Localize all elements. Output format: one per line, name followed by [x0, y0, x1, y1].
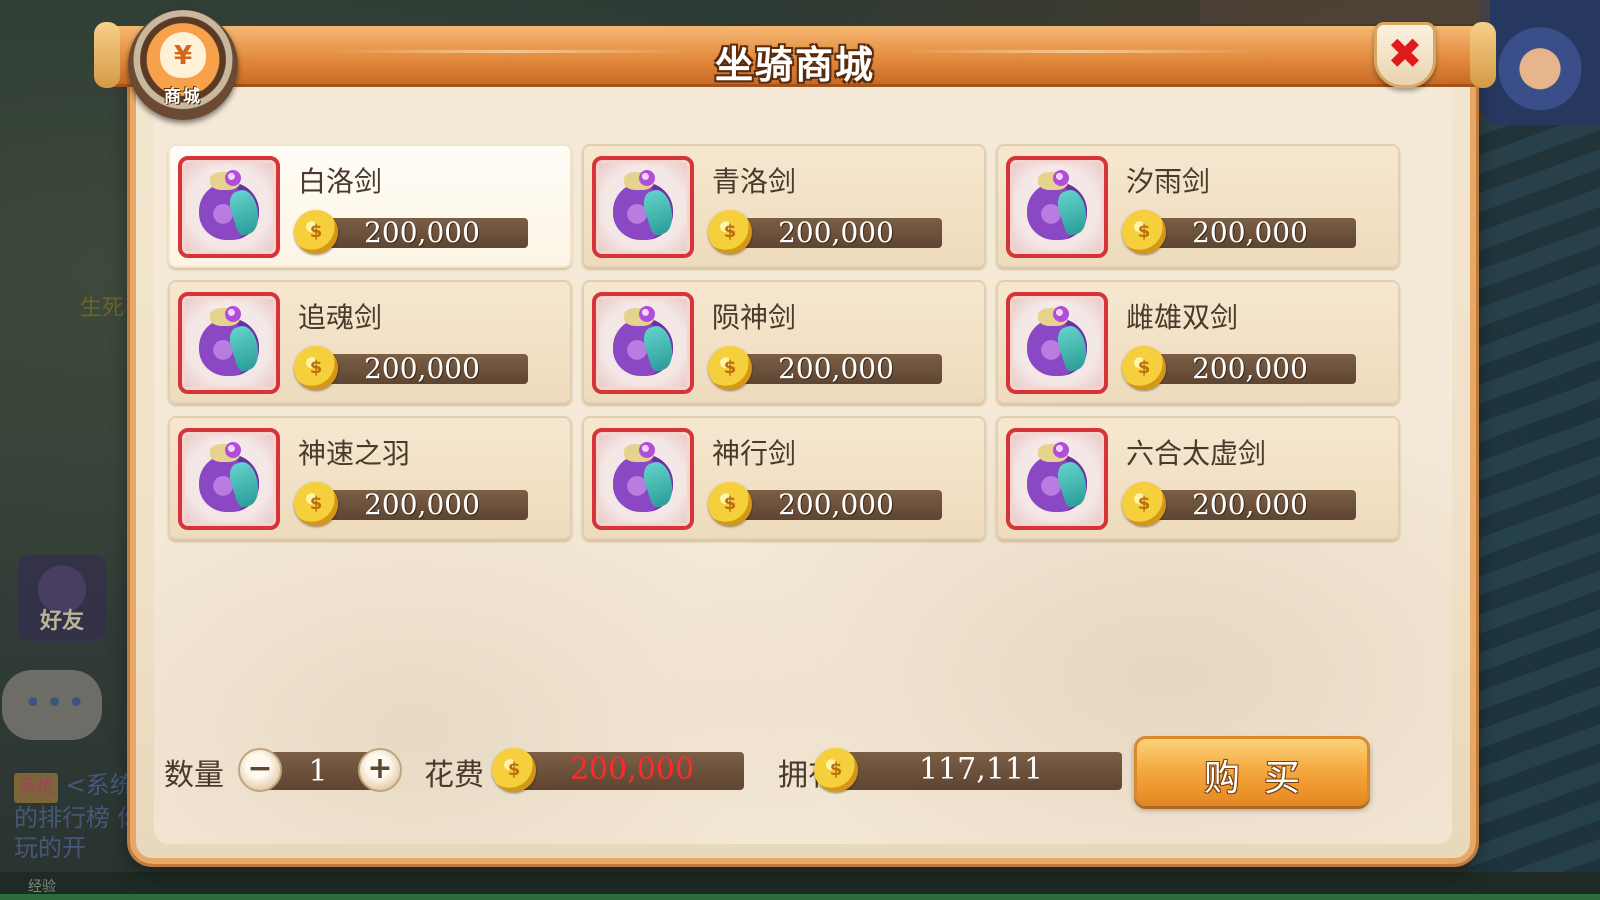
item-price: 200,000: [364, 216, 480, 249]
system-chat-message: 系统 <系统 的排行榜 你玩的开: [14, 770, 144, 863]
item-icon-frame: [1006, 428, 1108, 530]
item-price-bar: 200,000: [316, 352, 528, 385]
background-roof-tiles: [1470, 120, 1600, 880]
item-card[interactable]: 青洛剑 200,000 $: [582, 144, 986, 268]
item-card[interactable]: 神速之羽 200,000 $: [168, 416, 572, 540]
exp-label: 经验: [28, 879, 56, 895]
gold-coin-icon: $: [294, 482, 338, 526]
chat-button[interactable]: •••: [2, 670, 102, 740]
side-quest-text: 生死: [80, 296, 125, 321]
item-price-bar: 200,000: [316, 216, 528, 249]
title-banner: 坐骑商城: [94, 22, 1496, 88]
item-card[interactable]: 汐雨剑 200,000 $: [996, 144, 1400, 268]
gold-coin-icon: $: [492, 748, 536, 792]
owned-value: 117,111: [918, 752, 1044, 787]
gold-coin-icon: $: [708, 346, 752, 390]
item-grid: 白洛剑 200,000 $ 青洛剑 200,000 $ 汐雨剑 200,000 …: [168, 144, 1400, 540]
item-card[interactable]: 神行剑 200,000 $: [582, 416, 986, 540]
item-price-bar: 200,000: [730, 216, 942, 249]
item-price: 200,000: [1192, 216, 1308, 249]
item-price: 200,000: [364, 488, 480, 521]
close-button[interactable]: ✖: [1374, 22, 1436, 88]
item-icon-frame: [592, 428, 694, 530]
gold-coin-icon: $: [708, 482, 752, 526]
pouch-gem: [639, 170, 655, 186]
minus-icon: −: [247, 751, 273, 786]
owned-field: 117,111: [840, 752, 1122, 790]
gold-coin-icon: $: [1122, 346, 1166, 390]
item-icon-frame: [1006, 156, 1108, 258]
item-icon-frame: [1006, 292, 1108, 394]
pouch-gem: [1053, 170, 1069, 186]
gold-coin-icon: $: [708, 210, 752, 254]
dialog-title: 坐骑商城: [714, 43, 875, 87]
item-card[interactable]: 六合太虚剑 200,000 $: [996, 416, 1400, 540]
chat-bubble-icon: •••: [24, 686, 90, 721]
item-icon-frame: [178, 156, 280, 258]
decrease-quantity-button[interactable]: −: [238, 748, 282, 792]
shop-badge-label: 商城: [164, 87, 202, 107]
item-card[interactable]: 白洛剑 200,000 $: [168, 144, 572, 268]
item-icon-frame: [592, 156, 694, 258]
item-price: 200,000: [778, 216, 894, 249]
pouch-gem: [639, 306, 655, 322]
system-badge: 系统: [14, 773, 58, 803]
item-card[interactable]: 陨神剑 200,000 $: [582, 280, 986, 404]
top-status-bar: [1200, 0, 1490, 24]
item-icon-frame: [178, 428, 280, 530]
gold-coin-icon: $: [814, 748, 858, 792]
close-icon: ✖: [1387, 29, 1423, 78]
item-price-bar: 200,000: [730, 488, 942, 521]
item-price-bar: 200,000: [1144, 488, 1356, 521]
item-price-bar: 200,000: [730, 352, 942, 385]
item-price: 200,000: [778, 352, 894, 385]
item-name: 六合太虚剑: [1126, 437, 1267, 470]
item-name: 汐雨剑: [1126, 165, 1211, 198]
item-icon-frame: [592, 292, 694, 394]
gold-coin-icon: $: [1122, 482, 1166, 526]
cost-value: 200,000: [569, 752, 695, 787]
buy-button-label: 购买: [1203, 758, 1324, 799]
item-price-bar: 200,000: [316, 488, 528, 521]
pouch-gem: [225, 442, 241, 458]
item-price: 200,000: [1192, 488, 1308, 521]
plus-icon: +: [367, 751, 393, 786]
item-name: 雌雄双剑: [1126, 301, 1239, 334]
item-price: 200,000: [1192, 352, 1308, 385]
shop-badge: ¥ 商城: [128, 10, 238, 120]
item-icon-frame: [178, 292, 280, 394]
pouch-gem: [225, 306, 241, 322]
item-name: 陨神剑: [712, 301, 797, 334]
player-portrait[interactable]: [1480, 0, 1600, 125]
gold-coin-icon: $: [294, 346, 338, 390]
friends-button[interactable]: 好友: [18, 555, 106, 641]
gold-coin-icon: $: [294, 210, 338, 254]
increase-quantity-button[interactable]: +: [358, 748, 402, 792]
item-name: 神速之羽: [298, 437, 411, 470]
item-name: 追魂剑: [298, 301, 383, 334]
buy-button[interactable]: 购买: [1134, 736, 1370, 806]
item-card[interactable]: 追魂剑 200,000 $: [168, 280, 572, 404]
pouch-gem: [1053, 306, 1069, 322]
item-price-bar: 200,000: [1144, 216, 1356, 249]
item-card[interactable]: 雌雄双剑 200,000 $: [996, 280, 1400, 404]
item-price: 200,000: [364, 352, 480, 385]
item-price-bar: 200,000: [1144, 352, 1356, 385]
shop-bag-icon: ¥: [160, 32, 206, 78]
item-price: 200,000: [778, 488, 894, 521]
gold-coin-icon: $: [1122, 210, 1166, 254]
bottom-bar: 经验: [0, 872, 1600, 900]
pouch-gem: [225, 170, 241, 186]
cost-label: 花费: [424, 758, 484, 793]
item-name: 白洛剑: [298, 165, 383, 198]
cost-field: 200,000: [520, 752, 744, 790]
item-name: 神行剑: [712, 437, 797, 470]
pouch-gem: [639, 442, 655, 458]
friends-label: 好友: [39, 609, 84, 634]
pouch-gem: [1053, 442, 1069, 458]
item-name: 青洛剑: [712, 165, 797, 198]
exp-bar: [0, 894, 1600, 900]
quantity-label: 数量: [164, 758, 224, 793]
